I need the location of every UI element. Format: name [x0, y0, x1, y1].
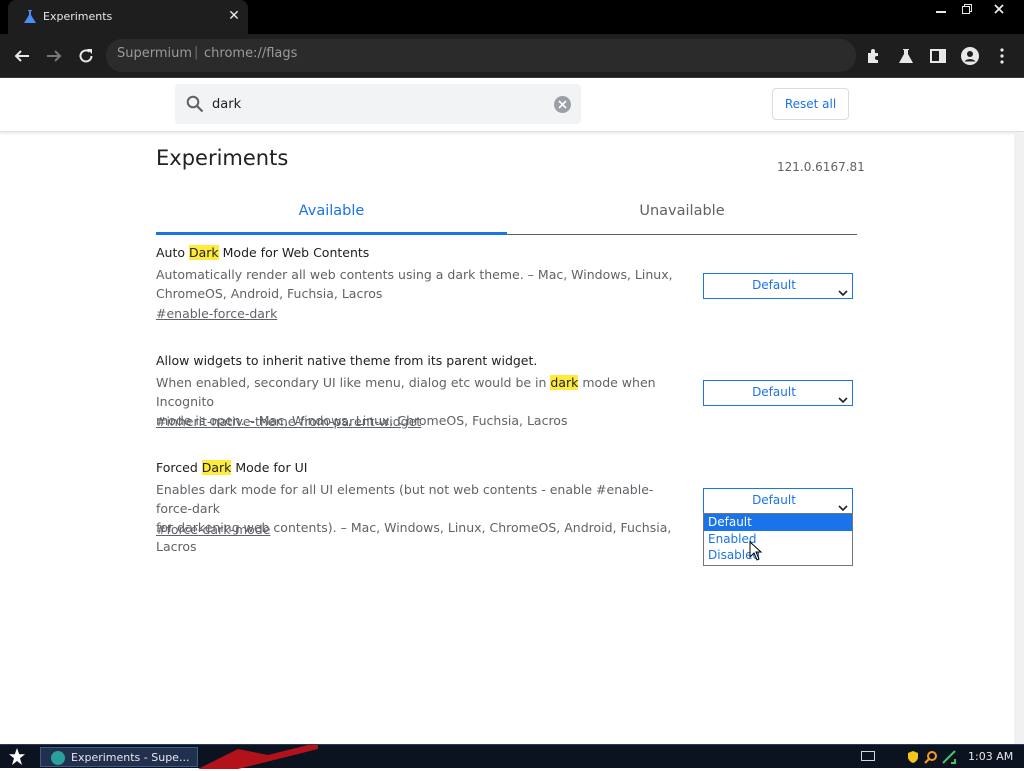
- option-enabled[interactable]: Enabled: [704, 531, 852, 548]
- tab-available-label: Available: [298, 203, 365, 219]
- search-highlight: Dark: [189, 245, 219, 260]
- experiment-link[interactable]: #inherit-native-theme-from-parent-widget: [156, 414, 421, 429]
- select-value: Default: [752, 493, 796, 507]
- shield-icon[interactable]: [906, 749, 920, 763]
- taskbar-decoration: [198, 745, 318, 769]
- tab-unavailable-label: Unavailable: [639, 203, 725, 219]
- experiment-select[interactable]: Default: [703, 273, 853, 299]
- experiment-select-open[interactable]: Default: [703, 488, 853, 514]
- browser-tabstrip: Experiments ✕: [0, 0, 1024, 34]
- experiment-description: Enables dark mode for all UI elements (b…: [156, 482, 672, 554]
- taskbar-window-label: Experiments - Supe...: [71, 751, 190, 764]
- labs-flask-icon[interactable]: [893, 43, 919, 69]
- experiment-link[interactable]: #enable-force-dark: [156, 306, 277, 321]
- restore-button[interactable]: [952, 0, 982, 18]
- address-url[interactable]: chrome://flags: [204, 46, 297, 61]
- address-separator: |: [194, 45, 199, 60]
- extensions-puzzle-icon[interactable]: [861, 43, 887, 69]
- experiment-select[interactable]: Default: [703, 380, 853, 406]
- chevron-down-icon: [838, 389, 848, 408]
- browser-app-icon: [51, 751, 65, 765]
- forward-button[interactable]: [41, 43, 67, 69]
- experiment-title: Forced Dark Mode for UI: [156, 460, 308, 475]
- reload-button[interactable]: [73, 43, 99, 69]
- network-icon[interactable]: [942, 749, 956, 764]
- tab-title: Experiments: [43, 10, 113, 23]
- tab-available[interactable]: Available: [156, 196, 507, 234]
- taskbar-window-button[interactable]: Experiments - Supe...: [40, 747, 198, 767]
- tab-unavailable[interactable]: Unavailable: [507, 196, 857, 234]
- search-input[interactable]: [212, 94, 542, 114]
- address-site-name: Supermium: [117, 46, 193, 61]
- select-value: Default: [752, 278, 796, 292]
- keyboard-icon[interactable]: [861, 751, 875, 761]
- select-dropdown-list: Default Enabled Disabled: [703, 513, 853, 566]
- close-window-button[interactable]: [984, 0, 1014, 18]
- page-title: Experiments: [156, 146, 289, 170]
- version-label: 121.0.6167.81: [777, 160, 865, 174]
- reset-all-button[interactable]: Reset all: [772, 88, 849, 120]
- experiment-link[interactable]: #force-dark-mode: [156, 522, 270, 537]
- experiment-description: Automatically render all web contents us…: [156, 267, 673, 301]
- clear-search-icon[interactable]: [554, 96, 571, 113]
- close-tab-icon[interactable]: ✕: [226, 8, 242, 24]
- search-icon: [186, 95, 204, 117]
- start-button[interactable]: [4, 747, 30, 767]
- menu-kebab-icon[interactable]: [989, 43, 1015, 69]
- experiment-title: Auto Dark Mode for Web Contents: [156, 245, 370, 260]
- option-disabled[interactable]: Disabled: [704, 547, 852, 564]
- taskbar-clock[interactable]: 1:03 AM: [968, 750, 1013, 763]
- select-value: Default: [752, 385, 796, 399]
- chevron-down-icon: [838, 282, 848, 301]
- profile-avatar-icon[interactable]: [957, 43, 983, 69]
- side-panel-icon[interactable]: [925, 43, 951, 69]
- active-tab-indicator: [156, 232, 507, 235]
- option-default[interactable]: Default: [704, 514, 852, 531]
- browser-tab[interactable]: Experiments ✕: [8, 0, 248, 34]
- mouse-cursor-icon: [749, 540, 763, 565]
- search-highlight: Dark: [201, 460, 232, 475]
- os-taskbar: Experiments - Supe... 1:03 AM: [0, 744, 1024, 769]
- back-button[interactable]: [9, 43, 35, 69]
- page-scrollbar[interactable]: [1014, 134, 1024, 744]
- search-highlight: dark: [550, 375, 579, 390]
- flask-icon: [22, 9, 38, 25]
- magnifier-icon[interactable]: [924, 749, 938, 764]
- experiment-title: Allow widgets to inherit native theme fr…: [156, 353, 538, 368]
